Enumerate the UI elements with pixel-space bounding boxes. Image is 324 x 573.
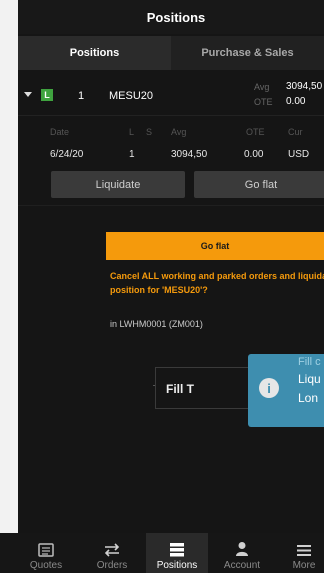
nav-orders[interactable]: Orders [84,533,140,573]
nav-account[interactable]: Account [214,533,270,573]
position-detail: Date L S Avg OTE Cur 6/24/20 1 3094,50 0… [18,116,324,206]
tab-positions[interactable]: Positions [18,36,171,70]
fill-currency: USD [288,149,310,160]
orders-icon [103,533,121,557]
nav-label-more: More [292,560,316,571]
page-title: Positions [146,9,206,25]
toast-title: Fill c [298,356,321,368]
position-symbol: MESU20 [109,90,154,102]
col-header-date: Date [50,127,70,137]
col-header-l: L [129,127,135,137]
fill-toast[interactable]: i Fill c Liqu Lon [248,354,324,427]
nav-label-orders: Orders [96,560,128,571]
position-row[interactable]: L 1 MESU20 Avg OTE 3094,50 0.00 [18,76,324,116]
fill-panel-label: Fill T [166,382,194,396]
dialog-message-line-1: Cancel ALL working and parked orders and… [110,271,324,281]
nav-label-account: Account [223,560,261,571]
col-header-avg: Avg [171,127,187,137]
col-header-s: S [146,127,153,137]
bottom-nav: Quotes Orders Positions Account More [0,533,324,573]
go-flat-button[interactable]: Go flat [194,171,324,198]
nav-label-quotes: Quotes [29,560,63,571]
info-icon: i [259,378,279,398]
title-bar: Positions [18,0,324,34]
tab-bar: Positions Purchase & Sales [18,36,324,70]
avg-value: 3094,50 [286,81,323,92]
avg-label: Avg [254,82,270,92]
nav-more[interactable]: More [280,533,324,573]
app-screen: Positions Positions Purchase & Sales L 1… [18,0,324,573]
go-flat-dialog-title: Go flat [106,232,324,260]
liquidate-button[interactable]: Liquidate [51,171,185,198]
quotes-icon [38,533,54,557]
fill-avg: 3094,50 [171,149,208,160]
ote-label: OTE [254,97,273,107]
fill-date: 6/24/20 [50,149,84,160]
nav-positions[interactable]: Positions [146,533,208,573]
toast-line-1: Liqu [298,372,321,386]
go-flat-dialog: Cancel ALL working and parked orders and… [106,260,324,330]
col-header-cur: Cur [288,127,303,137]
long-side-badge: L [41,89,53,101]
fill-quantity: 1 [129,149,135,160]
col-header-ote: OTE [246,127,265,137]
position-quantity: 1 [78,90,85,102]
positions-icon [169,533,185,557]
tab-purchase-sales[interactable]: Purchase & Sales [171,36,324,70]
dialog-message-line-2: position for 'MESU20'? [110,285,208,295]
ote-value: 0.00 [286,96,306,107]
dialog-account: in LWHM0001 (ZM001) [110,319,203,329]
more-icon [297,533,311,557]
nav-label-positions: Positions [156,560,198,571]
toast-line-2: Lon [298,391,319,405]
fill-ote: 0.00 [244,149,264,160]
expand-caret-icon[interactable] [24,92,32,97]
account-icon [235,533,249,557]
fill-notification-panel: Fill T [155,367,255,409]
nav-quotes[interactable]: Quotes [20,533,72,573]
dialog-message: Cancel ALL working and parked orders and… [110,269,324,297]
